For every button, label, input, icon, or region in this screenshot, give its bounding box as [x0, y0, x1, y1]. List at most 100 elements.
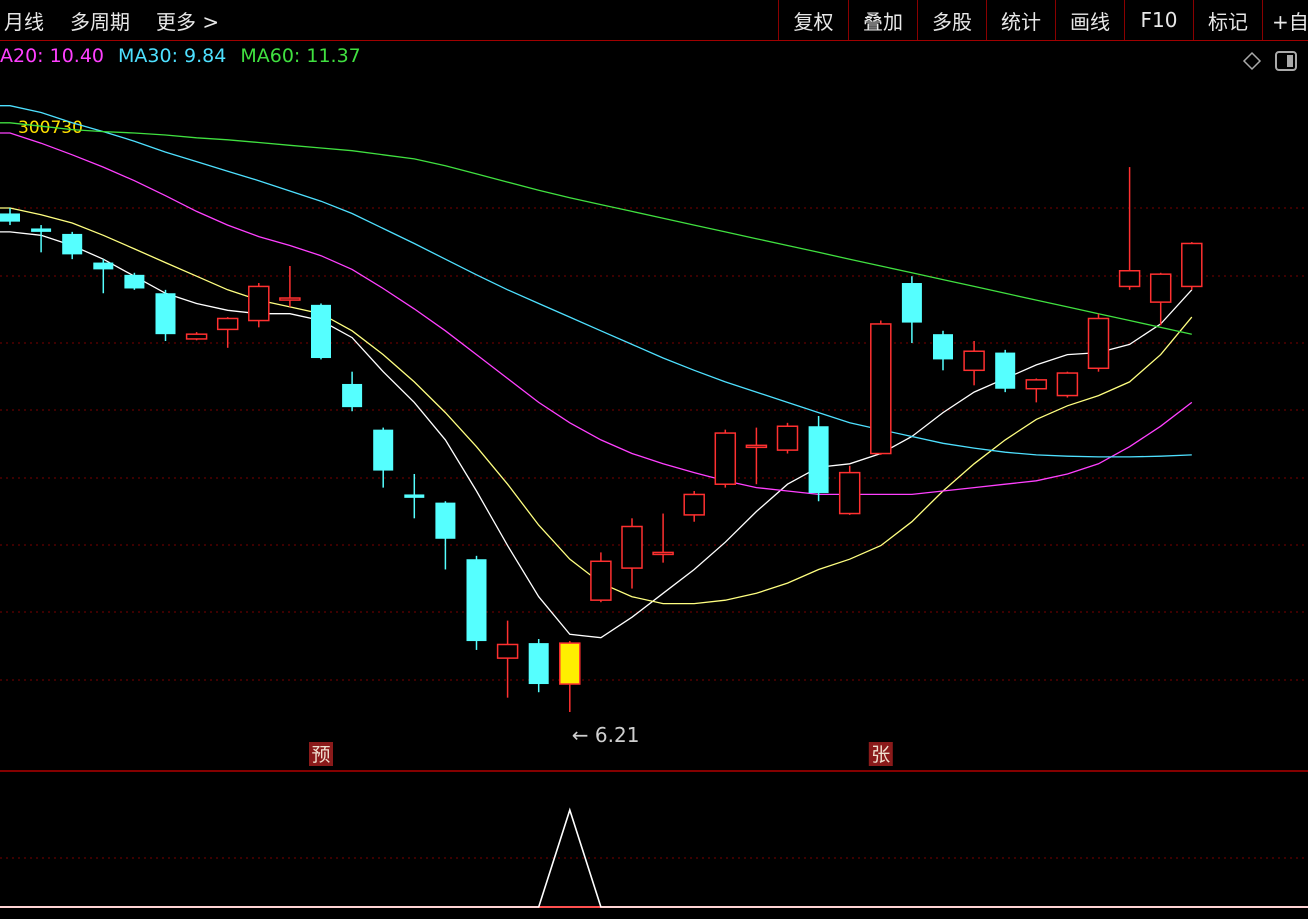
candle [901, 276, 922, 344]
candle [0, 208, 20, 226]
candle-body [466, 559, 487, 642]
candle [590, 552, 612, 603]
ma-legend: A20: 10.40 MA30: 9.84 MA60: 11.37 [0, 45, 361, 73]
candle [373, 427, 394, 488]
candle [808, 416, 829, 502]
candle [155, 289, 176, 341]
candlestick-chart: ← 6.21 预 张 [0, 105, 1308, 908]
candle-body [870, 323, 892, 455]
candle-body [776, 425, 799, 451]
candle [1087, 313, 1110, 372]
candle-body [62, 233, 83, 255]
candle [1025, 378, 1048, 403]
candles [0, 167, 1203, 712]
multi-period-button[interactable]: 多周期 [70, 6, 130, 35]
ma-line-ma10 [0, 207, 1193, 605]
candle [995, 349, 1016, 393]
candle [1149, 272, 1172, 326]
statistics-button[interactable]: 统计 [986, 0, 1055, 40]
candle [1056, 371, 1079, 398]
stock-code: 300730 [18, 118, 83, 138]
candle [776, 422, 799, 454]
candle [933, 330, 953, 371]
candle-body [808, 426, 829, 494]
candle [185, 332, 208, 341]
candle [93, 259, 114, 294]
multi-stock-button[interactable]: 多股 [917, 0, 986, 40]
candle-body [1149, 273, 1172, 303]
toolbar-left: 月线 多周期 更多 > [4, 0, 219, 40]
period-monthly-button[interactable]: 月线 [4, 6, 44, 35]
candle [342, 371, 363, 412]
candle-body [155, 293, 176, 335]
ma20-label: A20: 10.40 [0, 45, 105, 67]
candle-body [745, 444, 768, 449]
ma-line-ma60 [0, 122, 1192, 335]
candle [714, 429, 737, 488]
candle-body [31, 228, 52, 232]
marker-text: 张 [871, 744, 890, 766]
candle-body [404, 494, 425, 498]
candle-body [1118, 269, 1141, 288]
candle-body [621, 525, 643, 569]
toolbar-right: 复权 叠加 多股 统计 画线 F10 标记 +自 [778, 0, 1308, 40]
candle-body [528, 643, 549, 685]
more-button[interactable]: 更多 > [156, 6, 219, 35]
candle [404, 473, 425, 519]
candle [1118, 167, 1141, 290]
candle [248, 283, 270, 328]
candle-body [124, 274, 145, 289]
mark-button[interactable]: 标记 [1193, 0, 1262, 40]
signal-marker: 张 [868, 742, 893, 766]
candle [311, 303, 331, 360]
ma30-label: MA30: 9.84 [118, 45, 227, 67]
candle-body [1056, 372, 1079, 397]
ma60-label: MA60: 11.37 [240, 45, 361, 67]
candle-body [216, 317, 239, 331]
candle-body [963, 350, 985, 372]
signal-marker: 预 [309, 742, 333, 766]
f10-button[interactable]: F10 [1124, 0, 1193, 40]
candle-body-highlight [559, 642, 581, 685]
candle [31, 225, 52, 253]
overlay-button[interactable]: 叠加 [848, 0, 917, 40]
marker-text: 预 [311, 744, 330, 766]
candle-body [933, 334, 953, 360]
candle-body [342, 383, 363, 408]
candle-body [590, 560, 612, 601]
candle [745, 427, 768, 485]
candle [279, 265, 301, 307]
candle [652, 513, 674, 563]
candle-body [93, 262, 114, 270]
candle [435, 501, 456, 570]
draw-line-button[interactable]: 画线 [1055, 0, 1124, 40]
top-icons [1242, 50, 1298, 72]
diamond-icon[interactable] [1242, 51, 1262, 71]
candle [124, 272, 145, 290]
candle-body [901, 283, 922, 323]
ma-line-ma20 [0, 132, 1193, 496]
ma-line-ma5 [0, 231, 1193, 639]
low-price-label: ← 6.21 [572, 723, 640, 747]
candle-body [248, 285, 270, 322]
adjust-button[interactable]: 复权 [778, 0, 848, 40]
indicator-panel [0, 807, 1308, 908]
candle-body [838, 471, 861, 515]
panel-toggle-icon[interactable] [1274, 50, 1298, 72]
candle [838, 465, 861, 515]
grid-lines [0, 207, 1308, 859]
candle-body [279, 297, 301, 301]
candle-body [652, 551, 674, 556]
candle [216, 317, 239, 348]
add-watchlist-button[interactable]: +自 [1262, 0, 1308, 40]
candle [870, 320, 892, 455]
candle [1181, 242, 1203, 290]
ma-lines [0, 105, 1193, 639]
candle-body [1025, 379, 1048, 390]
candle-body [995, 352, 1016, 389]
candle-body [496, 643, 519, 659]
indicator-line [0, 807, 1308, 908]
candle-body [435, 502, 456, 539]
ma-line-ma30 [0, 105, 1192, 458]
candle [496, 620, 519, 698]
